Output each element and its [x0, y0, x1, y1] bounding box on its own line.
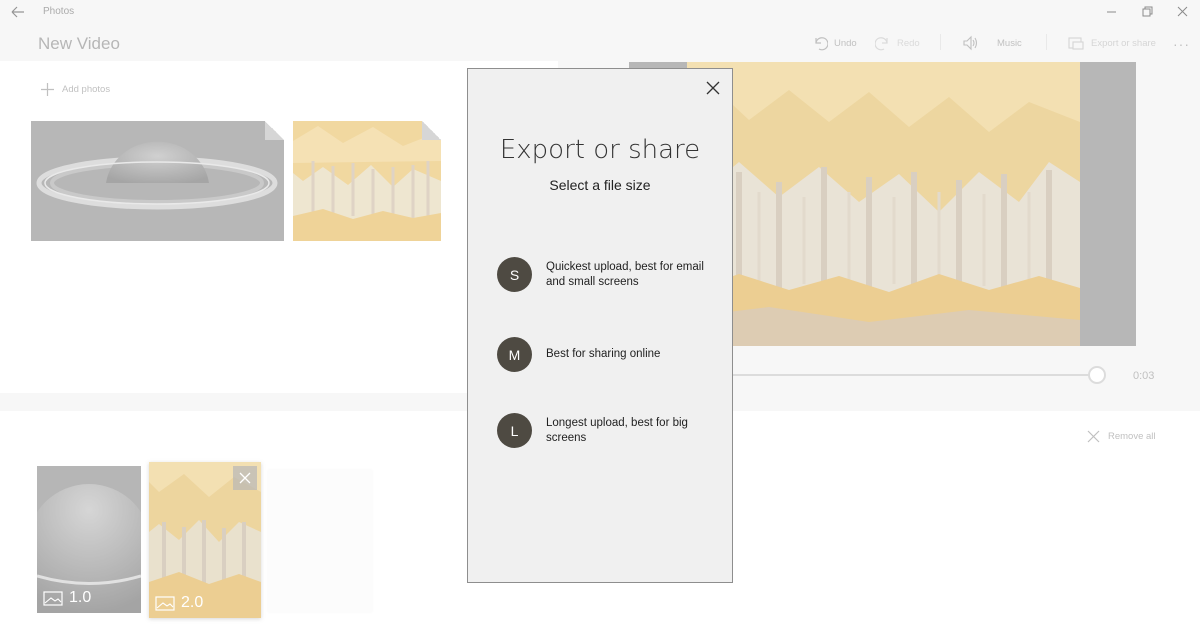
dialog-subtitle: Select a file size	[549, 177, 651, 193]
size-option-small[interactable]: S Quickest upload, best for email and sm…	[497, 257, 717, 292]
size-letter-badge: S	[497, 257, 532, 292]
size-letter-badge: M	[497, 337, 532, 372]
size-option-description: Quickest upload, best for email and smal…	[546, 260, 704, 288]
close-icon	[706, 81, 720, 95]
dialog-title: Export or share	[499, 135, 701, 165]
size-option-description: Longest upload, best for big screens	[546, 416, 688, 444]
size-letter-badge: L	[497, 413, 532, 448]
size-option-medium[interactable]: M Best for sharing online	[497, 337, 717, 372]
export-dialog: Export or share Select a file size S Qui…	[467, 68, 733, 583]
size-option-large[interactable]: L Longest upload, best for big screens	[497, 413, 717, 448]
dialog-close-button[interactable]	[706, 81, 720, 95]
size-option-description: Best for sharing online	[546, 348, 661, 360]
